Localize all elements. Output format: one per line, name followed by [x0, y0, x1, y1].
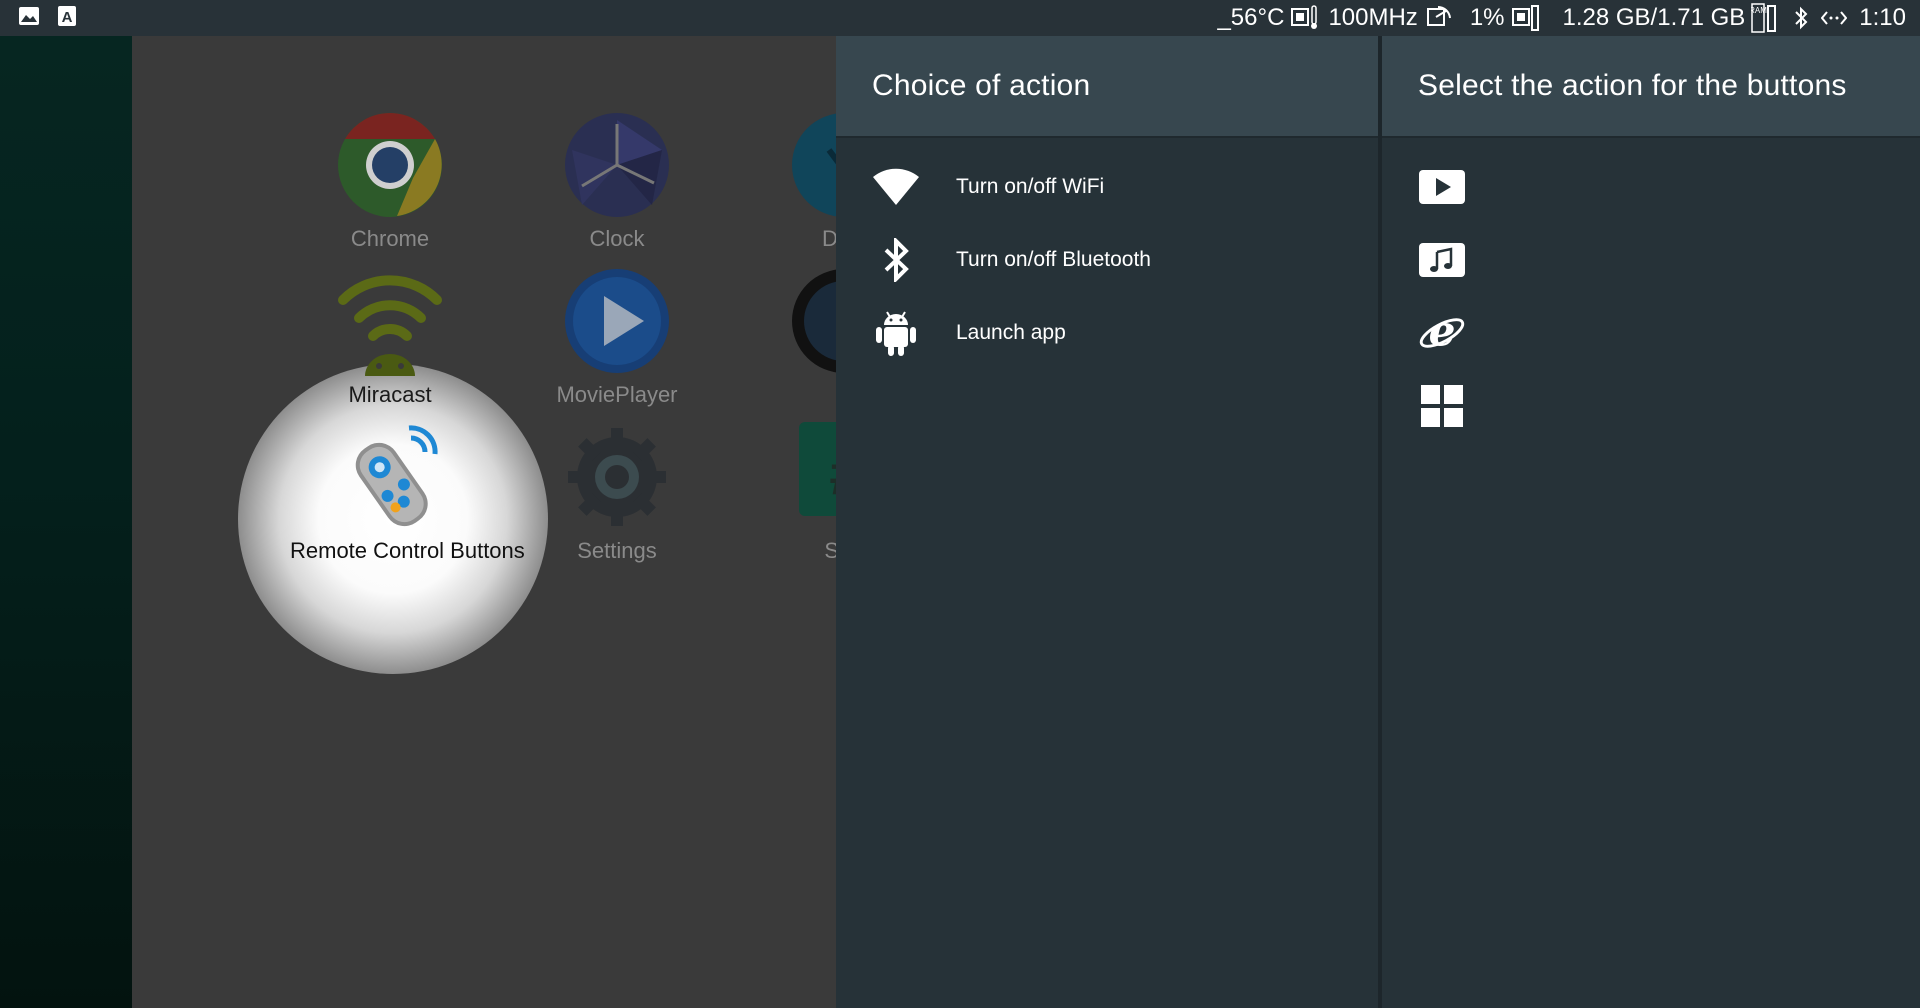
action-item-launch-app[interactable]: Launch app: [836, 296, 1378, 369]
choice-of-action-title: Choice of action: [836, 36, 1378, 138]
memory-readout: 1.28 GB/1.71 GB: [1562, 4, 1746, 31]
ram-icon: RAM: [1751, 3, 1777, 33]
app-movieplayer[interactable]: MoviePlayer: [517, 266, 717, 408]
action-label: Launch app: [956, 320, 1066, 344]
internet-explorer-icon: e: [1418, 309, 1466, 357]
wallpaper: [0, 36, 132, 1008]
bluetooth-status-icon: [1793, 6, 1809, 30]
miracast-icon: [335, 266, 445, 376]
app-label: Dow: [821, 226, 836, 251]
app-launcher-grid: Chrome Clock Dow: [132, 36, 836, 1008]
windows-icon: [1418, 382, 1466, 430]
app-label: Chrome: [350, 226, 430, 251]
button-item-play[interactable]: [1382, 150, 1920, 223]
button-item-music[interactable]: [1382, 223, 1920, 296]
svg-text:#: #: [829, 440, 836, 507]
android-icon: [872, 309, 920, 357]
button-item-browser[interactable]: e: [1382, 296, 1920, 369]
action-item-wifi[interactable]: Turn on/off WiFi: [836, 150, 1378, 223]
app-clock[interactable]: Clock: [517, 110, 717, 252]
app-remote-control-buttons[interactable]: Remote Control Buttons: [290, 422, 525, 564]
bluetooth-icon: [872, 236, 920, 284]
cpu-frequency-readout: 100MHz: [1328, 4, 1418, 31]
button-action-panel: Select the action for the buttons e: [1378, 36, 1920, 1008]
app-settings[interactable]: Settings: [517, 422, 717, 564]
cpu-thermometer-icon: [1290, 5, 1318, 31]
app-label: MoviePlayer: [556, 382, 678, 407]
app-downloads[interactable]: Dow: [744, 110, 836, 252]
clock-time: 1:10: [1859, 4, 1906, 31]
action-label: Turn on/off WiFi: [956, 174, 1105, 198]
cpu-load-readout: 1%: [1469, 4, 1505, 31]
settings-icon: [562, 422, 672, 532]
superuser-icon: #: [789, 422, 836, 532]
movieplayer-icon: [562, 266, 672, 376]
action-item-bluetooth[interactable]: Turn on/off Bluetooth: [836, 223, 1378, 296]
app-label: Clock: [589, 226, 645, 251]
cpu-speed-icon: [1424, 5, 1454, 31]
button-action-title: Select the action for the buttons: [1382, 36, 1920, 138]
image-icon: [18, 6, 40, 31]
app-label: M: [744, 382, 836, 408]
action-list: Turn on/off WiFi Turn on/off Bluetooth L…: [836, 138, 1378, 369]
play-icon: [1418, 163, 1466, 211]
button-list: e: [1382, 138, 1920, 442]
music-note-icon: [1418, 236, 1466, 284]
app-music[interactable]: M: [744, 266, 836, 408]
action-dialog: Choice of action Turn on/off WiFi Turn o…: [836, 36, 1920, 1008]
clock-icon: [562, 110, 672, 220]
wifi-icon: [872, 163, 920, 211]
app-label: Remote Control Buttons: [290, 538, 525, 563]
music-icon: [789, 266, 836, 376]
action-label: Turn on/off Bluetooth: [956, 247, 1151, 271]
chrome-icon: [335, 110, 445, 220]
downloads-icon: [789, 110, 836, 220]
app-label: Sup: [824, 538, 836, 563]
svg-text:RAM: RAM: [1751, 6, 1767, 15]
status-bar: A _56°C 100MHz 1% 1.28 GB/1.71 GB RAM 1:…: [0, 0, 1920, 36]
choice-of-action-panel: Choice of action Turn on/off WiFi Turn o…: [836, 36, 1378, 1008]
app-label: Settings: [577, 538, 657, 563]
app-label: Miracast: [348, 382, 432, 407]
svg-text:A: A: [62, 9, 73, 26]
temperature-readout: _56°C: [1217, 4, 1285, 31]
text-a-icon: A: [58, 5, 76, 31]
svg-text:e: e: [1429, 309, 1456, 355]
cpu-load-icon: [1511, 5, 1539, 31]
remote-control-icon: [335, 422, 445, 532]
app-miracast[interactable]: Miracast: [290, 266, 490, 408]
network-arrows-icon: [1821, 10, 1848, 26]
button-item-windows[interactable]: [1382, 369, 1920, 442]
app-superuser[interactable]: # Sup: [744, 422, 836, 564]
app-chrome[interactable]: Chrome: [290, 110, 490, 252]
